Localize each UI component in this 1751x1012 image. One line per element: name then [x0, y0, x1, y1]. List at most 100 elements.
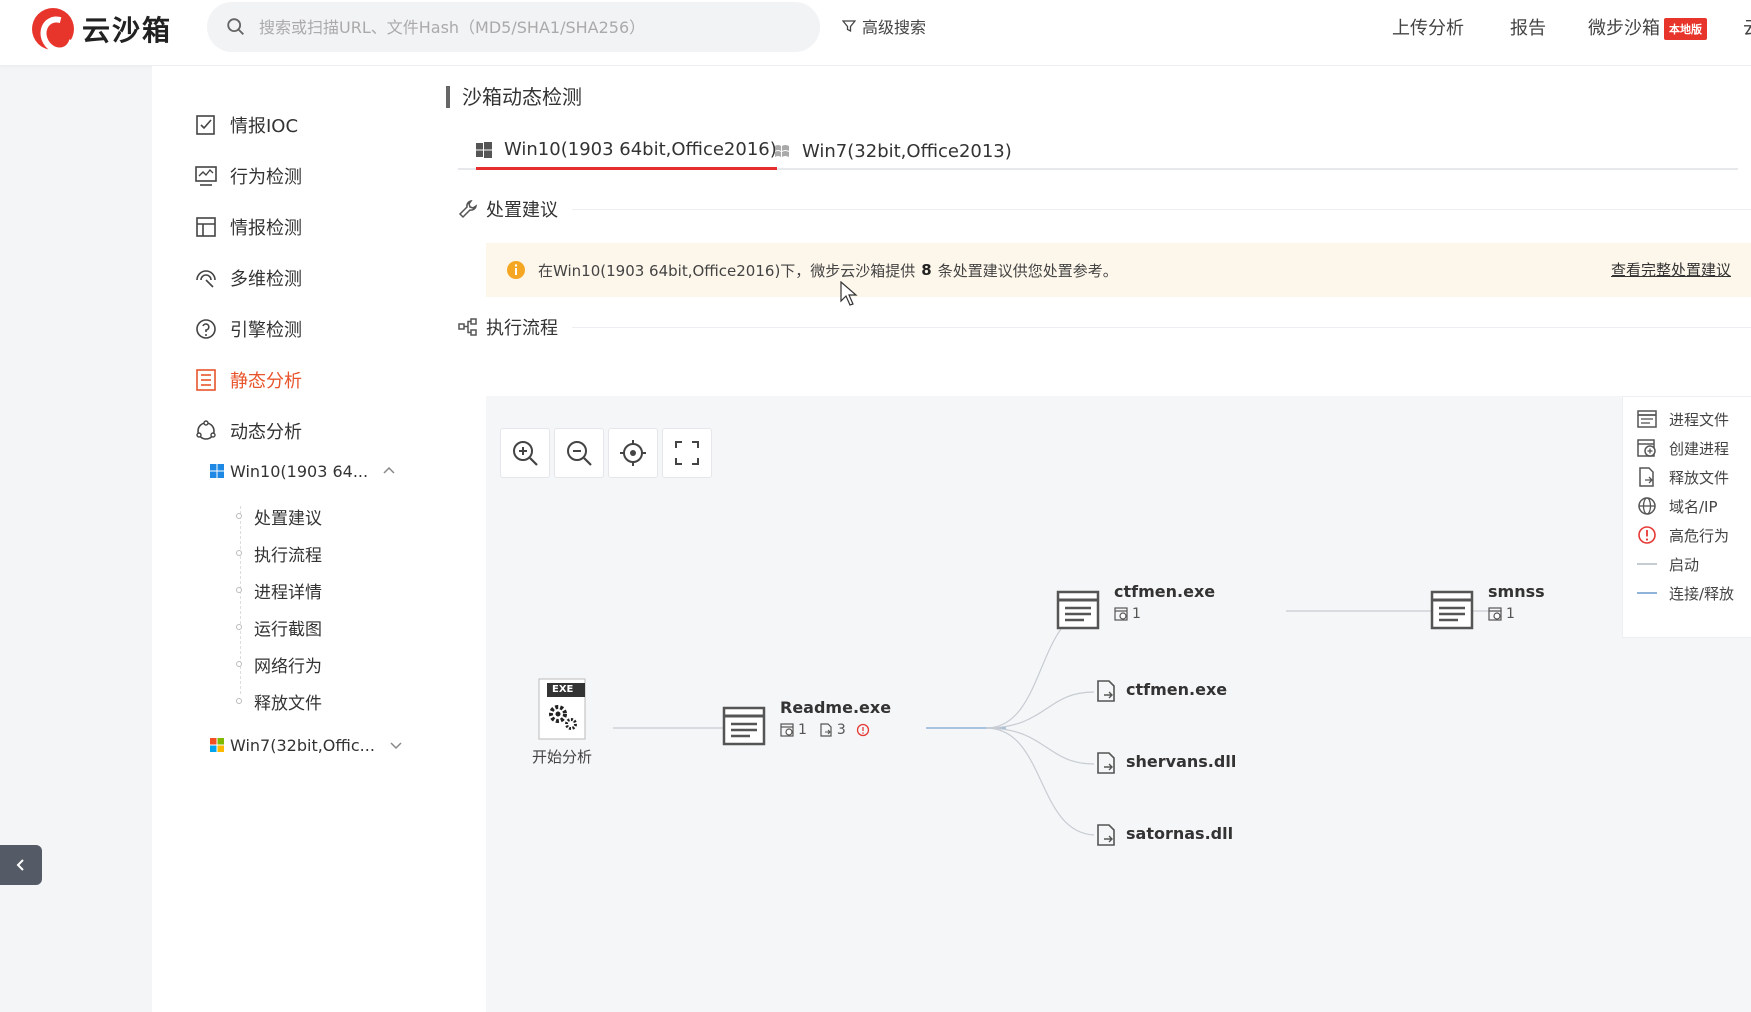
flow-canvas[interactable]: EXE 开始分析 Readme.exe 1 3 ctfmen.exe 1 smn… [486, 396, 1751, 1012]
sidebar: 情报IOC 行为检测 情报检测 多维检测 引擎检测 静态分析 动态分析 Win1… [152, 66, 416, 1012]
sidebar-sub-flow[interactable]: 执行流程 [254, 540, 322, 566]
page-title: 沙箱动态检测 [446, 86, 582, 108]
divider [572, 327, 1751, 328]
legend-label: 连接/释放 [1669, 584, 1735, 603]
process-node-smnss[interactable] [1430, 590, 1474, 630]
sidebar-sub-screenshot[interactable]: 运行截图 [254, 614, 322, 640]
dropped-file-icon [820, 723, 832, 737]
dropped-file-node[interactable] [1096, 824, 1116, 846]
windows7-icon [210, 738, 224, 752]
chevron-up-icon[interactable] [382, 464, 396, 478]
search-icon [227, 18, 244, 35]
section-title-label: 处置建议 [486, 200, 558, 221]
start-node[interactable]: EXE [538, 678, 586, 740]
dropped-file-name: ctfmen.exe [1126, 680, 1228, 699]
tree-dot [236, 513, 242, 519]
dropped-file-node[interactable] [1096, 680, 1116, 702]
tab-win10[interactable]: Win10(1903 64bit,Office2016) [476, 132, 777, 170]
process-name: Readme.exe [780, 698, 892, 717]
env-label: Win7(32bit,Offic... [230, 735, 375, 755]
exe-badge-label: EXE [552, 684, 574, 695]
nav-report[interactable]: 报告 [1510, 14, 1546, 40]
search-input[interactable] [257, 16, 777, 38]
sidebar-item-behavior[interactable]: 行为检测 [194, 161, 302, 191]
sidebar-sub-network[interactable]: 网络行为 [254, 651, 322, 677]
sidebar-item-static[interactable]: 静态分析 [194, 365, 302, 395]
mouse-cursor-icon [840, 281, 858, 306]
edge-readme-shervans [985, 727, 1095, 765]
legend-label: 进程文件 [1669, 410, 1730, 429]
env-tabs: Win10(1903 64bit,Office2016) Win7(32bit,… [458, 132, 1738, 170]
legend-item: 启动 [1637, 553, 1699, 575]
layout-icon [196, 217, 216, 237]
process-name: smnss [1488, 582, 1545, 601]
search-box[interactable] [207, 2, 820, 52]
radar-icon [196, 270, 216, 288]
process-node-ctfmen[interactable] [1056, 590, 1100, 630]
flow-edges [613, 608, 1502, 836]
create-process-count: 1 [1506, 606, 1515, 622]
nav-cut-item[interactable]: 云 [1743, 14, 1751, 40]
sidebar-collapse-button[interactable] [0, 845, 42, 885]
chevron-left-icon [16, 859, 24, 871]
windows10-icon [210, 464, 224, 478]
view-full-advice-link[interactable]: 查看完整处置建议 [1611, 259, 1731, 280]
nav-sandbox[interactable]: 微步沙箱 本地版 [1588, 14, 1707, 40]
high-risk-icon [856, 723, 869, 737]
create-process-count: 1 [798, 722, 807, 738]
wrench-icon [458, 199, 478, 219]
logo-text: 云沙箱 [82, 14, 173, 47]
start-line-swatch [1637, 563, 1657, 565]
sidebar-item-label: 情报IOC [230, 116, 299, 137]
tree-dot [236, 624, 242, 630]
legend-item: 连接/释放 [1637, 582, 1734, 604]
divider [572, 209, 1751, 210]
compass-icon [196, 319, 216, 339]
windows10-icon [476, 141, 492, 158]
chevron-down-icon[interactable] [389, 738, 403, 752]
advice-count: 8 [921, 261, 932, 279]
nav-upload-analysis[interactable]: 上传分析 [1392, 14, 1464, 40]
sidebar-sub-dropped[interactable]: 释放文件 [254, 688, 322, 714]
tab-label: Win10(1903 64bit,Office2016) [504, 139, 777, 160]
advanced-search-button[interactable]: 高级搜索 [842, 14, 926, 38]
sidebar-sub-advice[interactable]: 处置建议 [254, 503, 322, 529]
process-meta: 1 3 [780, 722, 874, 738]
dropped-file-count: 3 [836, 722, 846, 738]
tab-win7[interactable]: Win7(32bit,Office2013) [774, 132, 1012, 170]
dropped-file-name: shervans.dll [1126, 752, 1237, 771]
sidebar-item-intel[interactable]: 情报检测 [194, 212, 302, 242]
logo[interactable]: 云沙箱 [32, 4, 172, 54]
nav-sandbox-label: 微步沙箱 [1588, 18, 1660, 39]
create-process-icon [1488, 607, 1502, 621]
tab-label: Win7(32bit,Office2013) [802, 140, 1012, 162]
sidebar-item-ioc[interactable]: 情报IOC [194, 110, 298, 140]
create-process-icon [780, 723, 794, 737]
process-meta: 1 [1114, 606, 1141, 622]
sidebar-item-dynamic[interactable]: 动态分析 [194, 416, 302, 446]
windows7-icon [775, 145, 789, 157]
advanced-search-label: 高级搜索 [862, 18, 927, 37]
section-title-flow: 执行流程 [458, 314, 558, 340]
process-window-icon [1430, 590, 1474, 630]
sidebar-sub-process[interactable]: 进程详情 [254, 577, 322, 603]
sidebar-env-win10[interactable]: Win10(1903 64... [210, 458, 395, 484]
process-name: ctfmen.exe [1114, 582, 1216, 601]
legend-label: 高危行为 [1669, 526, 1730, 545]
legend-label: 启动 [1669, 555, 1700, 574]
process-window-icon [1637, 410, 1657, 428]
process-node-readme[interactable] [722, 706, 766, 746]
sidebar-item-label: 动态分析 [230, 422, 302, 443]
notice-text-pre: 在Win10(1903 64bit,Office2016)下，微步云沙箱提供 [538, 261, 916, 280]
sidebar-env-win7[interactable]: Win7(32bit,Offic... [210, 732, 402, 758]
logo-mark-icon [32, 8, 74, 50]
tree-dot [236, 698, 242, 704]
dropped-file-icon [1639, 467, 1654, 487]
legend-item: 高危行为 [1637, 524, 1729, 546]
dropped-file-node[interactable] [1096, 752, 1116, 774]
sidebar-item-multidim[interactable]: 多维检测 [194, 263, 302, 293]
process-window-icon [1056, 590, 1100, 630]
legend-item: 域名/IP [1637, 495, 1718, 517]
sidebar-item-engine[interactable]: 引擎检测 [194, 314, 302, 344]
legend-label: 域名/IP [1669, 497, 1718, 516]
